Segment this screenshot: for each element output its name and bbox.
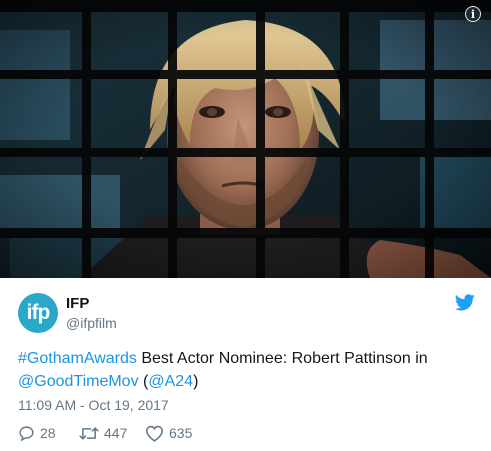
- retweet-button[interactable]: 447: [79, 425, 145, 442]
- portrait-photo: [0, 0, 491, 278]
- tweet-media-image[interactable]: i: [0, 0, 491, 278]
- like-icon: [145, 425, 164, 442]
- mention-link-studio[interactable]: @A24: [148, 373, 193, 390]
- hashtag-link[interactable]: #GothamAwards: [18, 350, 137, 367]
- retweet-count: 447: [104, 425, 128, 441]
- reply-icon: [19, 425, 34, 441]
- tweet-actions: 28 447 635: [18, 424, 192, 442]
- account-handle[interactable]: @ifpfilm: [66, 315, 117, 331]
- retweet-icon: [79, 426, 99, 440]
- tweet-text: #GothamAwards Best Actor Nominee: Robert…: [18, 347, 478, 393]
- like-count: 635: [169, 425, 193, 441]
- reply-count: 28: [40, 425, 56, 441]
- avatar-text: ifp: [26, 301, 51, 324]
- avatar[interactable]: ifp: [18, 293, 58, 333]
- account-name[interactable]: IFP: [66, 295, 89, 312]
- tweet-text-main: Best Actor Nominee: Robert Pattinson in: [136, 350, 428, 367]
- tweet-timestamp[interactable]: 11:09 AM - Oct 19, 2017: [18, 397, 169, 413]
- mention-link-movie[interactable]: @GoodTimeMov: [18, 373, 139, 390]
- paren-open: (: [138, 373, 149, 390]
- like-button[interactable]: 635: [145, 425, 192, 442]
- info-icon[interactable]: i: [465, 6, 481, 22]
- tweet-card: i ifp IFP @ifpfilm #GothamAwards Best Ac…: [0, 0, 491, 451]
- reply-button[interactable]: 28: [18, 425, 79, 442]
- twitter-bird-icon[interactable]: [455, 294, 475, 311]
- paren-close: ): [193, 373, 199, 390]
